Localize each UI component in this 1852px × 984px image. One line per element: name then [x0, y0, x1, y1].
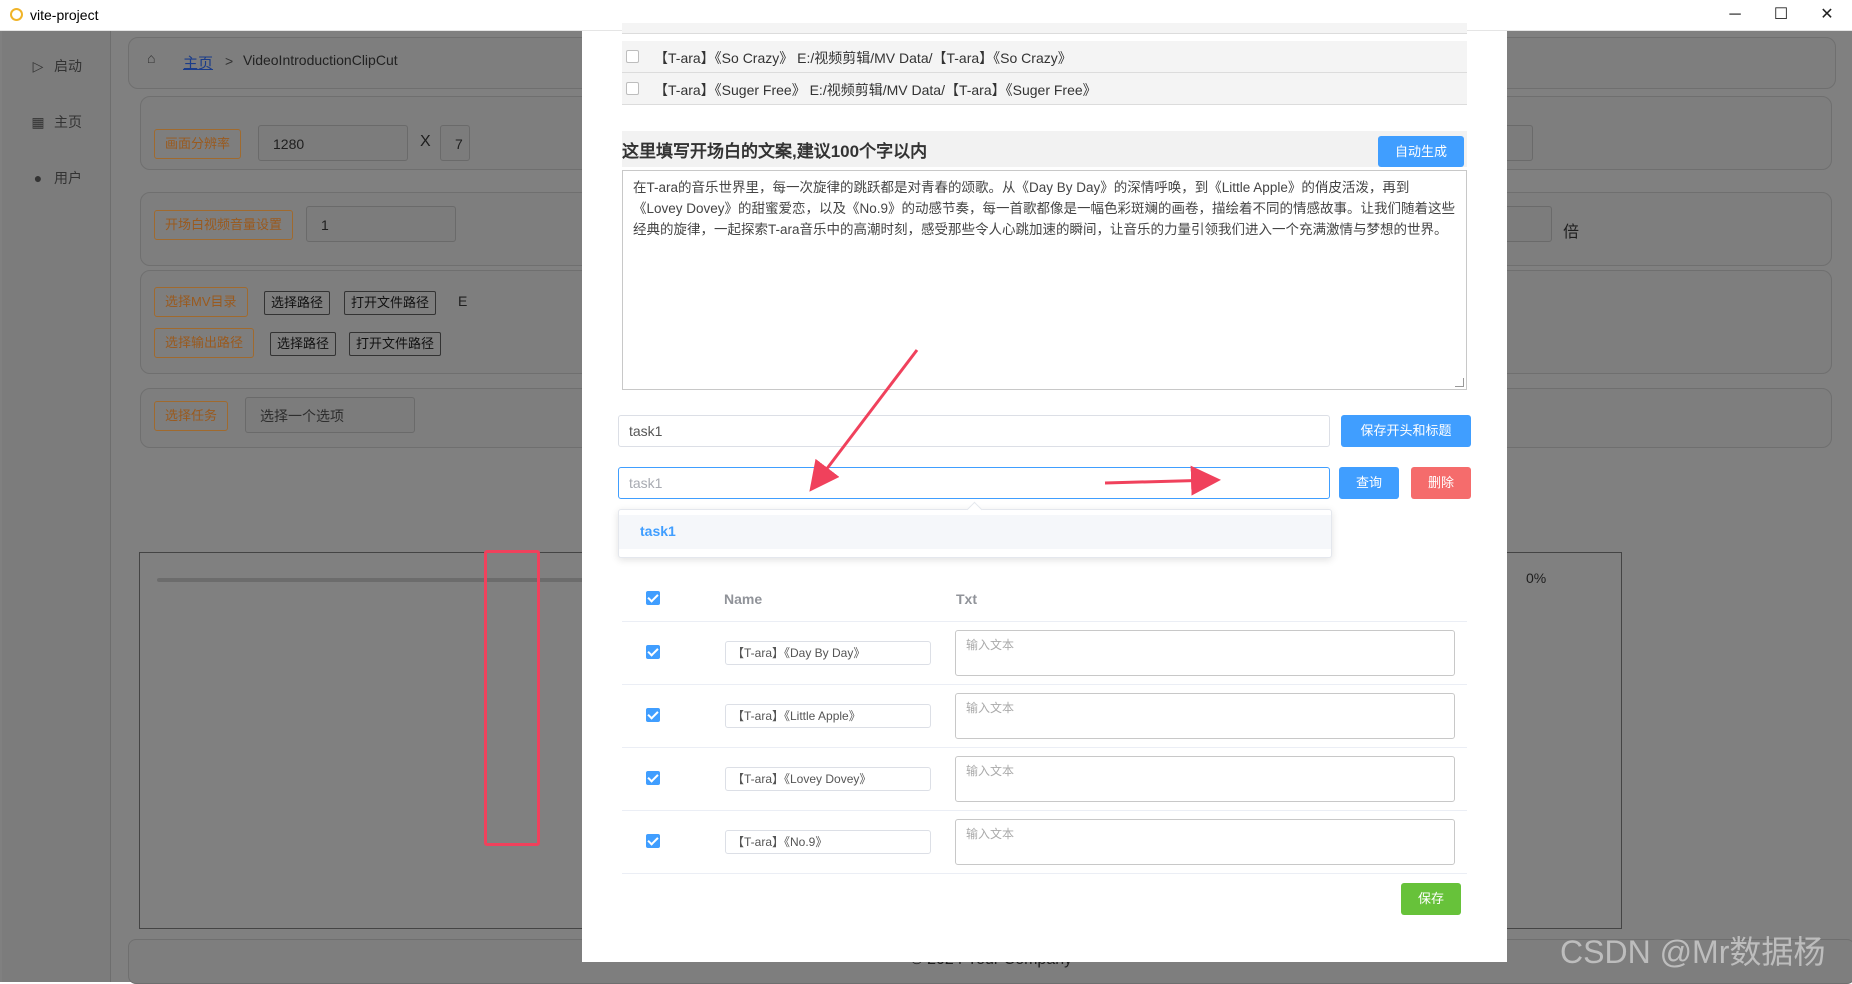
close-button[interactable]: ✕ — [1804, 0, 1850, 30]
annotation-arrows-icon — [809, 349, 1221, 496]
app-logo-icon — [10, 8, 23, 21]
watermark: CSDN @Mr数据杨 — [1560, 934, 1826, 970]
minimize-button[interactable]: ─ — [1712, 0, 1758, 30]
maximize-button[interactable]: ☐ — [1758, 0, 1804, 30]
window-title: vite-project — [30, 7, 99, 23]
app-body: ▷ 启动 ▦ 主页 ● 用户 ⌂ 主页 > VideoIntroductionClip… — [0, 23, 1852, 984]
checkbox-highlight-box — [484, 550, 540, 846]
